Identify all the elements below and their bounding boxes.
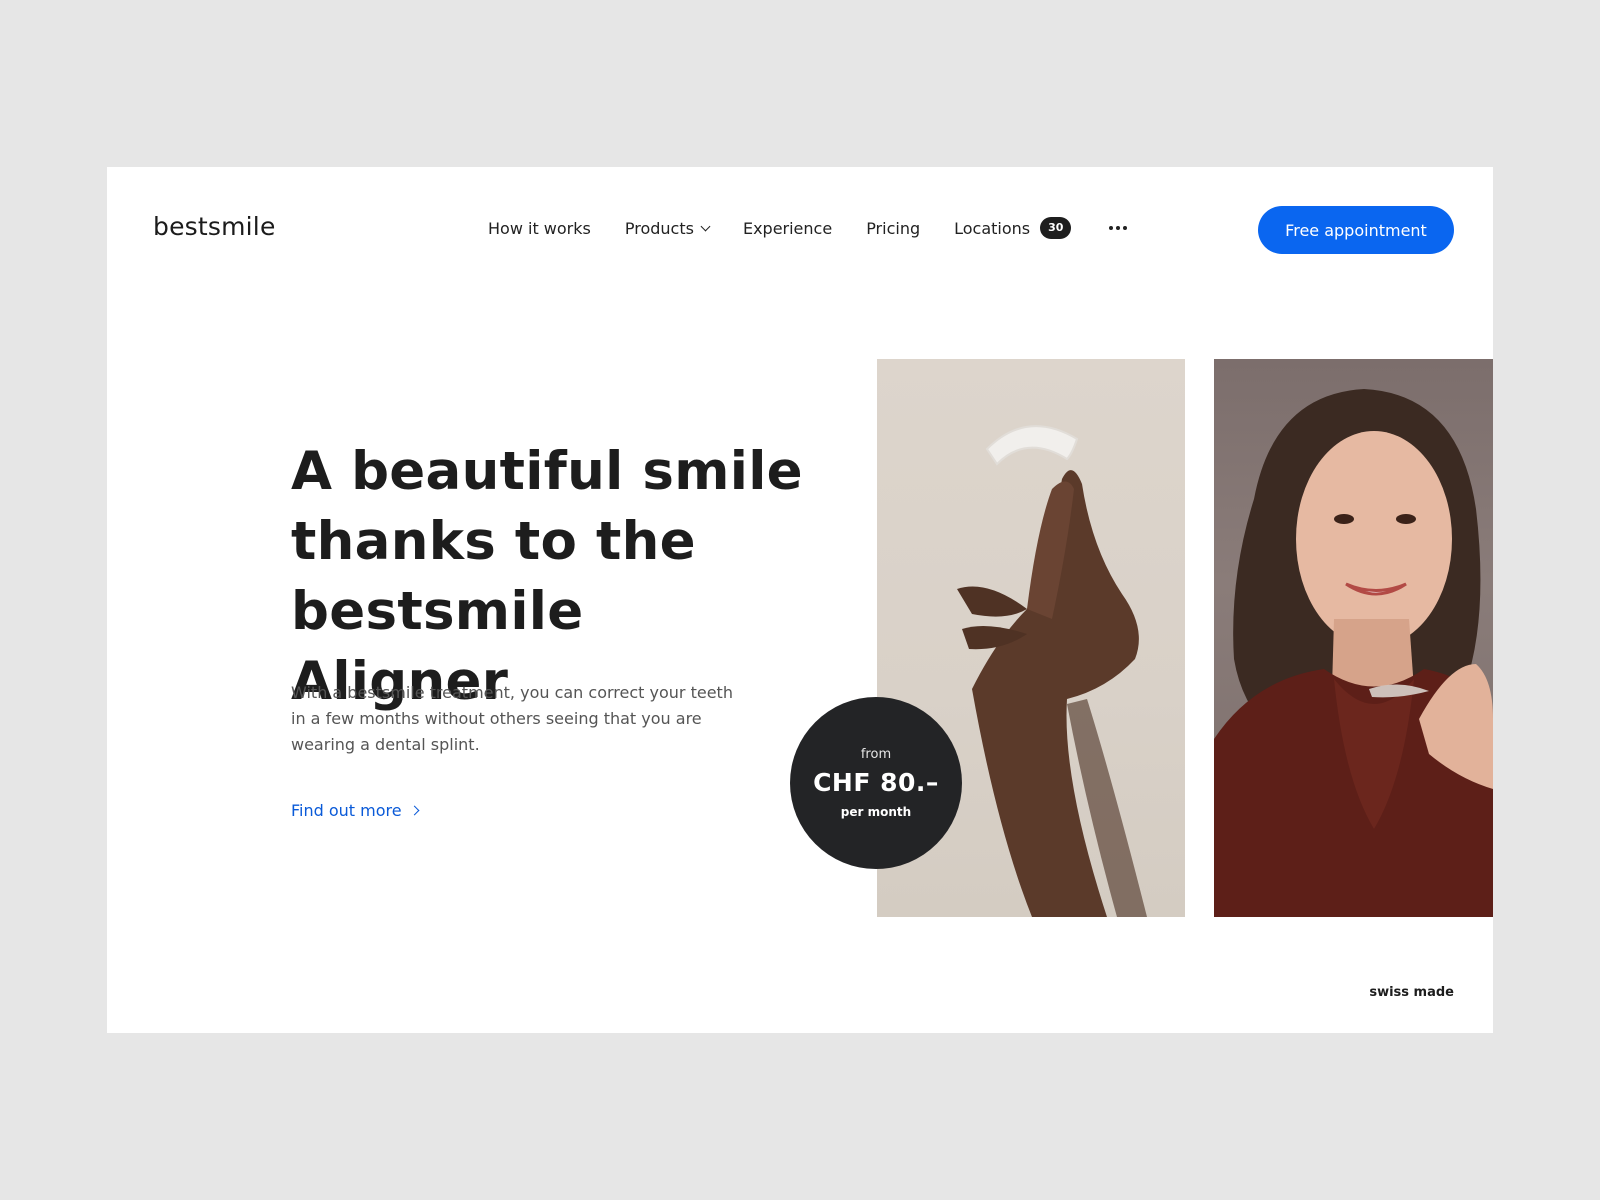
locations-count-badge: 30 — [1040, 217, 1072, 239]
price-from-label: from — [860, 747, 892, 762]
nav-label: How it works — [488, 218, 591, 238]
logo[interactable]: bestsmile — [153, 212, 276, 241]
find-out-more-link[interactable]: Find out more — [291, 801, 420, 820]
nav-experience[interactable]: Experience — [743, 219, 832, 238]
chevron-right-icon — [409, 805, 420, 816]
price-amount: CHF 80.– — [813, 768, 939, 797]
page-card: bestsmile How it works Products Experien… — [107, 167, 1493, 1033]
nav-pricing[interactable]: Pricing — [866, 219, 920, 238]
woman-portrait-photo — [1214, 359, 1493, 917]
nav-how-it-works[interactable]: How it works — [488, 219, 591, 238]
nav-label: Pricing — [866, 218, 921, 238]
swiss-made-tagline: swiss made — [1369, 985, 1454, 1000]
main-nav: How it works Products Experience Pricing… — [488, 213, 1131, 243]
nav-label: Locations — [954, 218, 1031, 238]
nav-locations[interactable]: Locations 30 — [954, 217, 1072, 239]
hero-description: With a bestsmile treatment, you can corr… — [291, 683, 733, 754]
dot — [1123, 226, 1128, 230]
dot — [1109, 226, 1114, 230]
dot — [1116, 226, 1121, 230]
chevron-down-icon — [700, 221, 711, 231]
nav-products[interactable]: Products — [624, 218, 711, 238]
link-label: Find out more — [291, 801, 402, 820]
portrait-illustration — [1214, 389, 1493, 917]
price-circle: from CHF 80.– per month — [790, 697, 962, 869]
nav-label: Experience — [742, 218, 833, 238]
price-period: per month — [840, 805, 912, 819]
free-appointment-button[interactable]: Free appointment — [1258, 206, 1454, 254]
ellipsis-icon[interactable] — [1105, 220, 1131, 236]
nav-label: Products — [624, 218, 694, 238]
hero-headline: A beautiful smile thanks to the bestsmil… — [291, 441, 803, 712]
